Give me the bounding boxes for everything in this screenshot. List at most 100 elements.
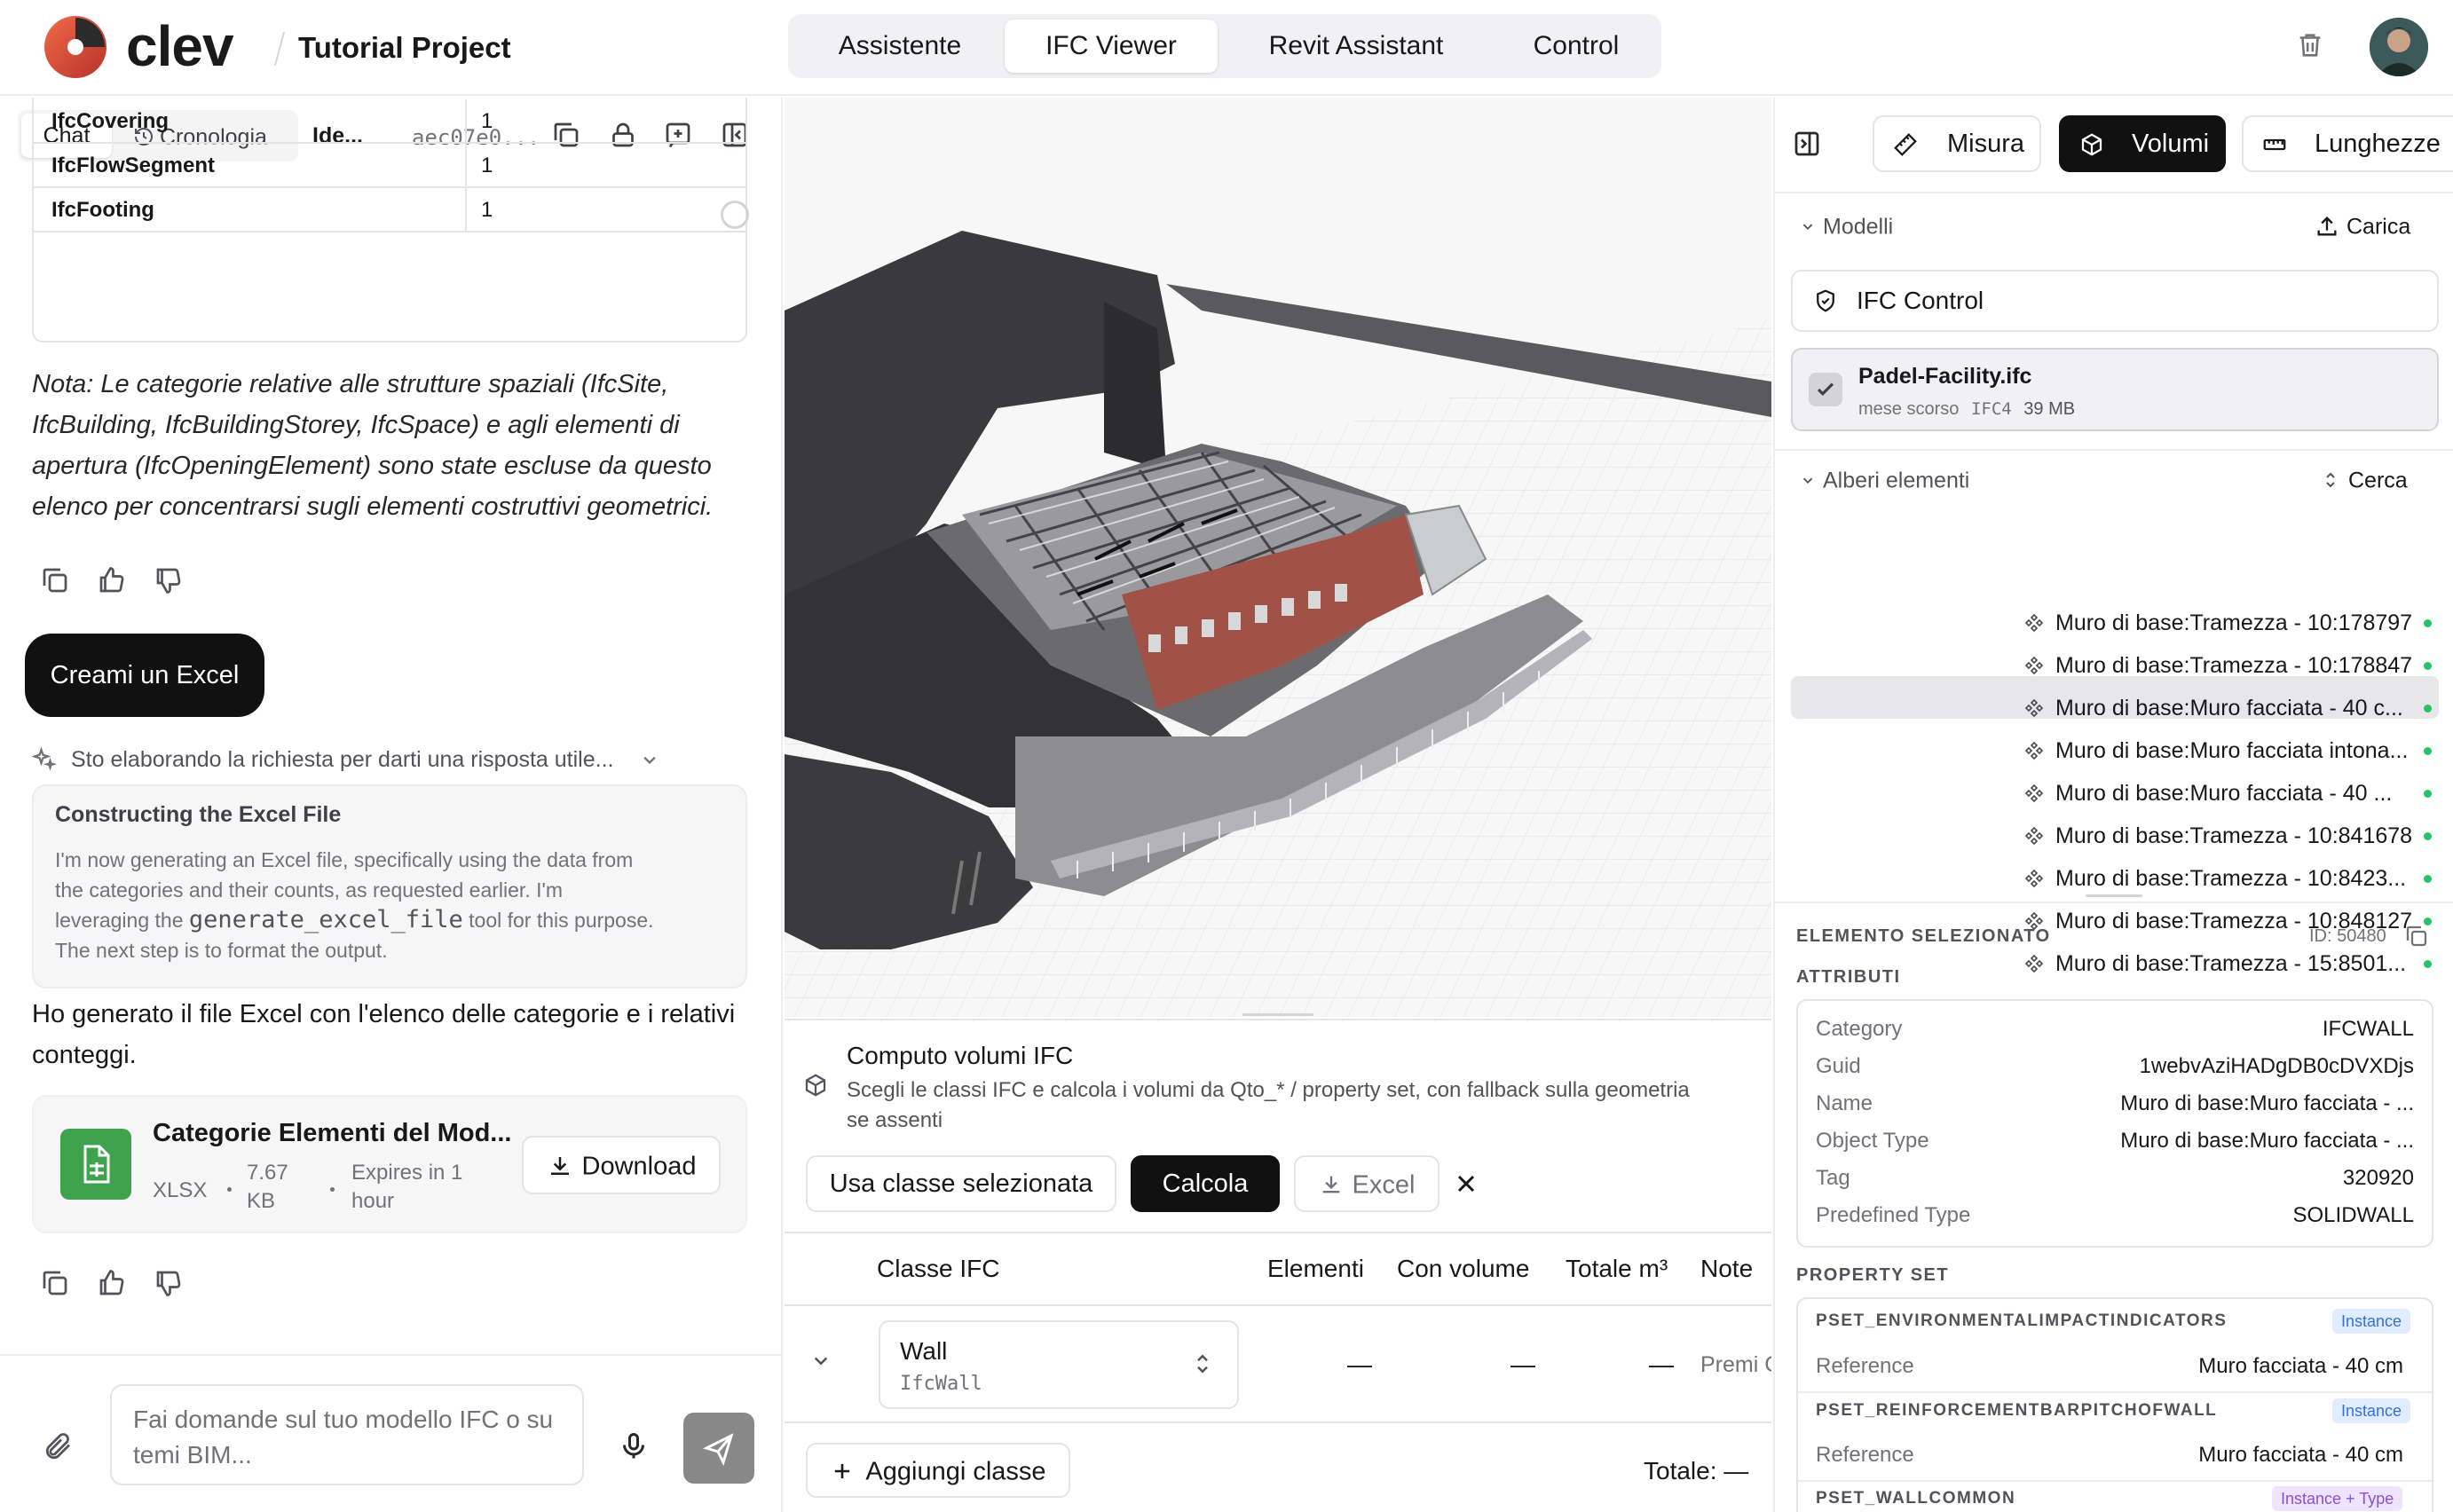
with-volume-value: — <box>1510 1351 1535 1378</box>
thumbs-down-icon[interactable] <box>153 564 188 600</box>
note-line: Nota: Le categorie relative alle struttu… <box>32 370 669 398</box>
model-file-time: mese scorso <box>1858 399 1960 419</box>
file-expiry: Expires in 1 hour <box>351 1159 462 1216</box>
tree-scrollbar[interactable] <box>2086 894 2142 897</box>
thinking-line: The next step is to format the output. <box>55 939 388 962</box>
logo-icon[interactable] <box>43 14 108 80</box>
tree-item-label: Muro di base:Tramezza - 10:8423... <box>2055 866 2407 891</box>
thinking-status[interactable]: Sto elaborando la richiesta per darti un… <box>71 745 613 774</box>
thumbs-up-icon[interactable] <box>96 564 131 600</box>
paperclip-icon[interactable] <box>43 1430 75 1462</box>
tree-section-header[interactable]: Alberi elementi <box>1798 461 1969 497</box>
file-name[interactable]: Categorie Elementi del Mod... <box>153 1116 511 1150</box>
chat-input[interactable]: Fai domande sul tuo modello IFC o su tem… <box>110 1384 584 1485</box>
attribute-value: 320920 <box>2342 1166 2414 1190</box>
calculate-button[interactable]: Calcola <box>1131 1155 1280 1212</box>
project-title[interactable]: Tutorial Project <box>298 30 511 66</box>
upload-icon <box>2315 214 2339 239</box>
attribute-label: Guid <box>1816 1054 1861 1078</box>
description-line: Scegli le classi IFC e calcola i volumi … <box>847 1078 1690 1102</box>
tab-assistente[interactable]: Assistente <box>795 20 1005 73</box>
table-row: IfcFooting 1 <box>34 188 745 232</box>
use-selected-class-button[interactable]: Usa classe selezionata <box>806 1155 1116 1212</box>
table-divider <box>785 1304 1771 1306</box>
attribute-label: Category <box>1816 1017 1903 1041</box>
tree-item[interactable]: Muro di base:Tramezza - 10:8423... <box>2023 857 2441 900</box>
copy-id-icon[interactable] <box>2403 923 2430 949</box>
file-expiry-line: Expires in 1 <box>351 1161 463 1185</box>
trash-icon[interactable] <box>2295 30 2325 60</box>
ruler-horizontal-icon <box>2261 131 2288 158</box>
avatar[interactable] <box>2370 18 2428 76</box>
column-header-note: Note <box>1700 1255 1754 1282</box>
model-file-meta: mese scorso IFC4 39 MB <box>1858 398 2075 421</box>
tree-item-label: Muro di base:Tramezza - 10:178847 <box>2055 653 2413 678</box>
plus-icon <box>830 1459 855 1484</box>
column-header-class: Classe IFC <box>877 1255 1000 1282</box>
main-nav-tabs: Assistente IFC Viewer Revit Assistant Co… <box>788 14 1661 78</box>
ifc-control-button[interactable]: IFC Control <box>1791 270 2439 332</box>
tab-revit-assistant[interactable]: Revit Assistant <box>1223 20 1489 73</box>
close-icon[interactable] <box>1452 1169 1480 1198</box>
pset-name: PSET_ENVIRONMENTALIMPACTINDICATORS <box>1816 1311 2228 1330</box>
microphone-icon[interactable] <box>618 1430 650 1462</box>
chevron-up-down-icon <box>2320 469 2341 491</box>
pset-badge: Instance + Type <box>2272 1486 2403 1511</box>
assistant-reply: Ho generato il file Excel con l'elenco d… <box>32 994 760 1075</box>
tree-item[interactable]: Muro di base:Muro facciata - 40 c... <box>2023 687 2441 729</box>
tab-ifc-viewer[interactable]: IFC Viewer <box>1005 20 1218 73</box>
pset-divider <box>1798 1391 2432 1393</box>
tree-item[interactable]: Muro di base:Muro facciata intona... <box>2023 729 2441 772</box>
ifc-class-select[interactable]: Wall IfcWall <box>879 1320 1239 1409</box>
thumbs-up-icon[interactable] <box>96 1267 131 1303</box>
status-dot <box>2424 960 2432 968</box>
panel-toggle-icon[interactable] <box>1791 128 1823 160</box>
thinking-line: leveraging the generate_excel_file tool … <box>55 905 738 935</box>
input-placeholder: temi BIM... <box>133 1441 252 1469</box>
tree-item[interactable]: Muro di base:Tramezza - 10:841678 <box>2023 815 2441 857</box>
models-section-header[interactable]: Modelli <box>1798 208 1893 243</box>
search-toggle[interactable]: Cerca <box>2320 461 2408 497</box>
model-checkbox[interactable] <box>1809 373 1842 406</box>
measure-button[interactable]: Misura <box>1873 115 2041 172</box>
attribute-label: Predefined Type <box>1816 1203 1971 1227</box>
upload-label: Carica <box>2347 214 2411 240</box>
description-line: se assenti <box>847 1108 943 1132</box>
volumes-button[interactable]: Volumi <box>2059 115 2226 172</box>
copy-message-icon[interactable] <box>39 1267 75 1303</box>
tree-item[interactable]: Muro di base:Muro facciata - 40 ... <box>2023 772 2441 815</box>
title-divider <box>273 32 286 66</box>
add-class-button[interactable]: Aggiungi classe <box>806 1443 1070 1498</box>
model-file-size: 39 MB <box>2023 399 2076 419</box>
model-canvas[interactable] <box>785 98 1771 1017</box>
chevron-down-icon[interactable] <box>637 747 662 772</box>
element-icon <box>2023 868 2045 889</box>
column-header-total: Totale m³ <box>1566 1255 1668 1282</box>
spreadsheet-icon <box>60 1129 131 1200</box>
viewer-resize-handle[interactable] <box>1242 1013 1313 1016</box>
status-dot <box>2424 790 2432 798</box>
download-button[interactable]: Download <box>522 1136 721 1194</box>
tree-item[interactable]: Muro di base:Tramezza - 15:8501... <box>2023 942 2441 985</box>
tab-control[interactable]: Control <box>1498 20 1654 73</box>
table-divider <box>785 1232 1771 1233</box>
search-label: Cerca <box>2348 468 2408 493</box>
models-label: Modelli <box>1823 214 1894 240</box>
ifc-3d-viewer[interactable] <box>785 98 1771 1017</box>
expand-row-chevron-icon[interactable] <box>808 1347 834 1374</box>
tree-item[interactable]: Muro di base:Tramezza - 10:178797 <box>2023 602 2441 644</box>
excel-export-button[interactable]: Excel <box>1294 1155 1439 1212</box>
lengths-button[interactable]: Lunghezze <box>2242 115 2453 172</box>
thinking-body: I'm now generating an Excel file, specif… <box>55 845 738 965</box>
copy-message-icon[interactable] <box>39 564 75 600</box>
download-label: Download <box>581 1152 697 1181</box>
lengths-label: Lunghezze <box>2315 130 2441 158</box>
send-button[interactable] <box>683 1413 754 1484</box>
thumbs-down-icon[interactable] <box>153 1267 188 1303</box>
model-file-schema: IFC4 <box>1970 399 2012 419</box>
model-file-item[interactable]: Padel-Facility.ifc mese scorso IFC4 39 M… <box>1791 348 2439 431</box>
chevron-down-icon <box>1798 470 1818 490</box>
tree-item[interactable]: Muro di base:Tramezza - 10:178847 <box>2023 644 2441 687</box>
upload-button[interactable]: Carica <box>2315 208 2410 243</box>
measure-label: Misura <box>1947 130 2025 158</box>
